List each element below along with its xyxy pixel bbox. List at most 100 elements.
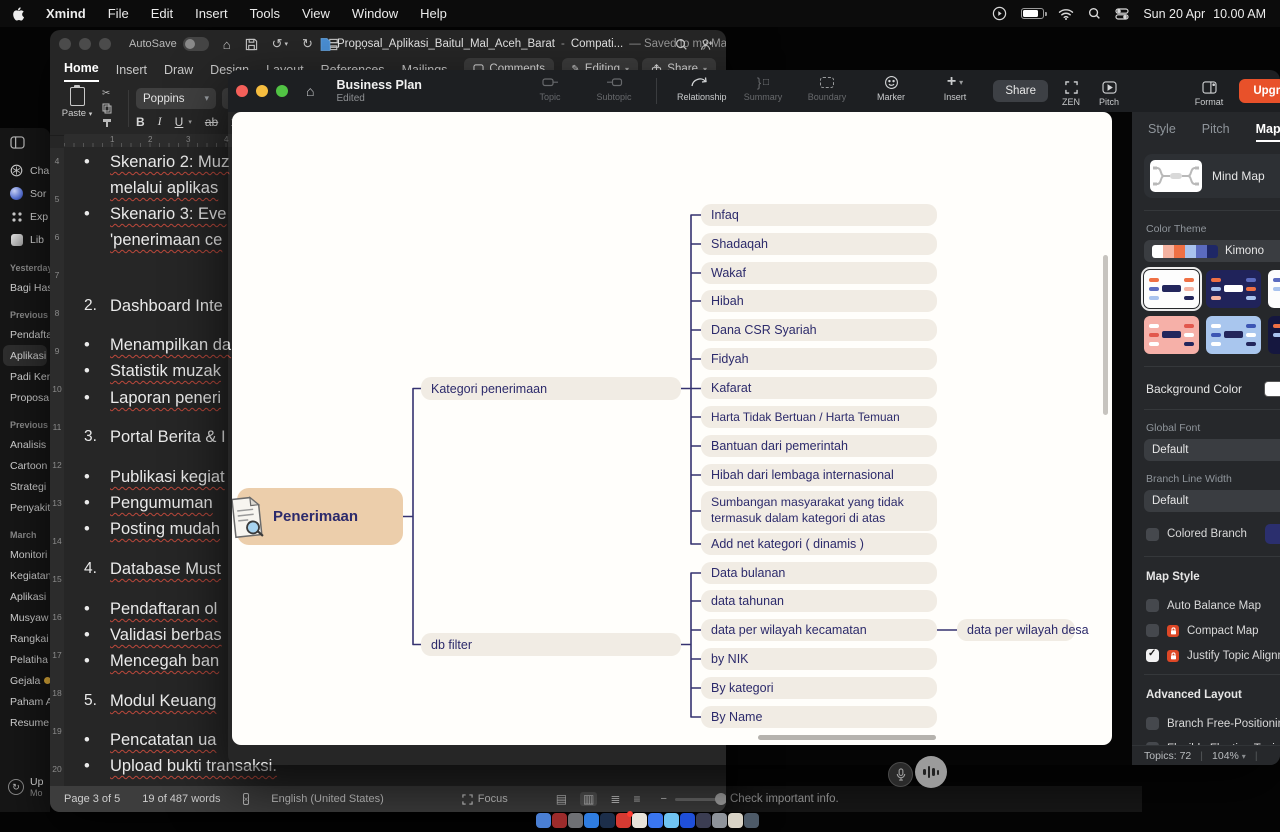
structure-card[interactable]: Mind Map	[1144, 154, 1280, 198]
upgrade-button[interactable]: Upgrade	[1239, 79, 1280, 103]
auto-balance-checkbox[interactable]	[1146, 599, 1159, 612]
autosave-toggle[interactable]	[183, 37, 209, 51]
background-color-swatch[interactable]	[1264, 381, 1280, 397]
color-theme-select[interactable]: Kimono ▾	[1144, 240, 1280, 262]
dock-app-icon[interactable]	[696, 813, 711, 828]
menu-app-name[interactable]: Xmind	[35, 6, 97, 21]
dock-app-icon[interactable]	[648, 813, 663, 828]
dock-app-icon[interactable]	[568, 813, 583, 828]
dock-app-icon[interactable]	[616, 813, 631, 828]
mindmap-subtopic[interactable]: by NIK	[701, 648, 937, 670]
mindmap-subtopic[interactable]: Harta Tidak Bertuan / Harta Temuan	[701, 406, 937, 428]
home-icon[interactable]: ⌂	[223, 37, 231, 52]
relationship-tool[interactable]: Relationship	[677, 73, 721, 102]
sidebar-chat-item[interactable]: Analisis	[0, 434, 50, 455]
dock-app-icon[interactable]	[552, 813, 567, 828]
mindmap-subtopic[interactable]: Fidyah	[701, 348, 937, 370]
language-indicator[interactable]: English (United States)	[271, 793, 384, 805]
dock-app-icon[interactable]	[664, 813, 679, 828]
sidebar-chat-item[interactable]: Resume	[0, 712, 50, 733]
strikethrough-button[interactable]: ab	[205, 115, 218, 129]
draft-view-icon[interactable]: ≡	[633, 792, 640, 806]
proofing-status-icon[interactable]: ×	[243, 793, 250, 805]
subtopic-tool[interactable]: Subtopic	[592, 73, 636, 102]
read-mode-icon[interactable]: ▤	[556, 792, 567, 806]
format-painter-icon[interactable]	[102, 118, 112, 128]
boundary-tool[interactable]: Boundary	[805, 73, 849, 102]
window-zoom-button[interactable]	[276, 85, 288, 97]
dock-app-icon[interactable]	[680, 813, 695, 828]
insert-tool[interactable]: +▾ Insert	[933, 73, 977, 102]
play-circle-icon[interactable]	[992, 6, 1007, 21]
mindmap-subtopic[interactable]: Infaq	[701, 204, 937, 226]
sidebar-chat-item[interactable]: Kegiatan	[0, 565, 50, 586]
mindmap-subtopic[interactable]: Bantuan dari pemerintah	[701, 435, 937, 457]
undo-icon[interactable]: ↺▾	[272, 36, 288, 52]
theme-thumbnail[interactable]	[1268, 270, 1280, 308]
global-font-select[interactable]: Default▾	[1144, 439, 1280, 461]
sidebar-chat-item[interactable]: Rangkai	[0, 628, 50, 649]
mindmap-subtopic[interactable]: Sumbangan masyarakat yang tidak termasuk…	[701, 491, 937, 531]
panel-tab-pitch[interactable]: Pitch	[1202, 122, 1230, 142]
sidebar-item-library[interactable]: Lib	[0, 228, 50, 251]
dock-app-icon[interactable]	[536, 813, 551, 828]
theme-thumbnail[interactable]	[1206, 316, 1261, 354]
menu-edit[interactable]: Edit	[140, 6, 184, 21]
control-center-icon[interactable]	[1115, 8, 1129, 20]
dock-app-icon[interactable]	[584, 813, 599, 828]
sidebar-item-explore[interactable]: Exp	[0, 205, 50, 228]
zen-mode-button[interactable]: ZEN	[1056, 78, 1086, 107]
dock-app-icon[interactable]	[600, 813, 615, 828]
tab-insert[interactable]: Insert	[116, 63, 147, 82]
underline-button[interactable]: U	[175, 115, 184, 129]
branch-line-width-select[interactable]: Default▾	[1144, 490, 1280, 512]
redo-icon[interactable]: ↻	[302, 36, 313, 52]
sidebar-chat-item[interactable]: Musyaw	[0, 607, 50, 628]
theme-thumbnail[interactable]	[1206, 270, 1261, 308]
bold-button[interactable]: B	[136, 115, 145, 129]
mindmap-canvas[interactable]: Penerimaan Kategori penerimaan db filter…	[232, 112, 1112, 745]
dock-app-icon[interactable]	[632, 813, 647, 828]
panel-tab-style[interactable]: Style	[1148, 122, 1176, 142]
mindmap-subtopic[interactable]: data per wilayah kecamatan	[701, 619, 937, 641]
dock-app-icon[interactable]	[728, 813, 743, 828]
justify-alignment-checkbox[interactable]	[1146, 649, 1159, 662]
format-panel-button[interactable]: Format	[1190, 78, 1228, 107]
window-minimize-button[interactable]	[79, 38, 91, 50]
theme-thumbnail[interactable]	[1144, 316, 1199, 354]
panel-tab-map[interactable]: Map	[1256, 122, 1280, 142]
sidebar-upgrade[interactable]: ↻ UpMo	[8, 776, 43, 798]
marker-tool[interactable]: Marker	[869, 73, 913, 102]
branch-free-positioning-checkbox[interactable]	[1146, 717, 1159, 730]
apple-logo-icon[interactable]	[0, 6, 35, 21]
font-name-select[interactable]: Poppins▾	[136, 88, 216, 109]
xmind-share-button[interactable]: Share	[993, 80, 1048, 102]
sidebar-chat-item-selected[interactable]: Aplikasi	[3, 345, 47, 366]
sidebar-item-chatgpt[interactable]: Cha	[0, 159, 50, 182]
canvas-zoom-level[interactable]: 104% ▾	[1212, 750, 1246, 762]
window-zoom-button[interactable]	[99, 38, 111, 50]
sidebar-chat-item[interactable]: Proposa	[0, 387, 50, 408]
colored-branch-checkbox[interactable]	[1146, 528, 1159, 541]
sidebar-chat-item[interactable]: Penyakit	[0, 497, 50, 518]
microphone-icon[interactable]	[888, 762, 913, 787]
menu-tools[interactable]: Tools	[239, 6, 291, 21]
menu-help[interactable]: Help	[409, 6, 458, 21]
sidebar-chat-item[interactable]: Gejala	[0, 670, 50, 691]
menubar-date[interactable]: Sun 20 Apr	[1143, 7, 1205, 21]
page-indicator[interactable]: Page 3 of 5	[64, 793, 120, 805]
theme-thumbnail[interactable]	[1268, 316, 1280, 354]
word-count[interactable]: 19 of 487 words	[142, 793, 220, 805]
window-close-button[interactable]	[59, 38, 71, 50]
save-icon[interactable]	[245, 38, 258, 51]
word-search-icon[interactable]	[675, 38, 688, 51]
sidebar-chat-item[interactable]: Monitori	[0, 544, 50, 565]
pitch-button[interactable]: Pitch	[1092, 78, 1126, 107]
mindmap-subtopic[interactable]: Kafarat	[701, 377, 937, 399]
sidebar-chat-item[interactable]: Bagi Has	[0, 277, 50, 298]
zoom-slider[interactable]	[675, 798, 726, 801]
xmind-doc-title[interactable]: Business Plan	[336, 78, 421, 92]
mindmap-subtopic[interactable]: Add net kategori ( dinamis )	[701, 533, 937, 555]
menu-window[interactable]: Window	[341, 6, 409, 21]
theme-thumbnail-selected[interactable]	[1144, 270, 1199, 308]
